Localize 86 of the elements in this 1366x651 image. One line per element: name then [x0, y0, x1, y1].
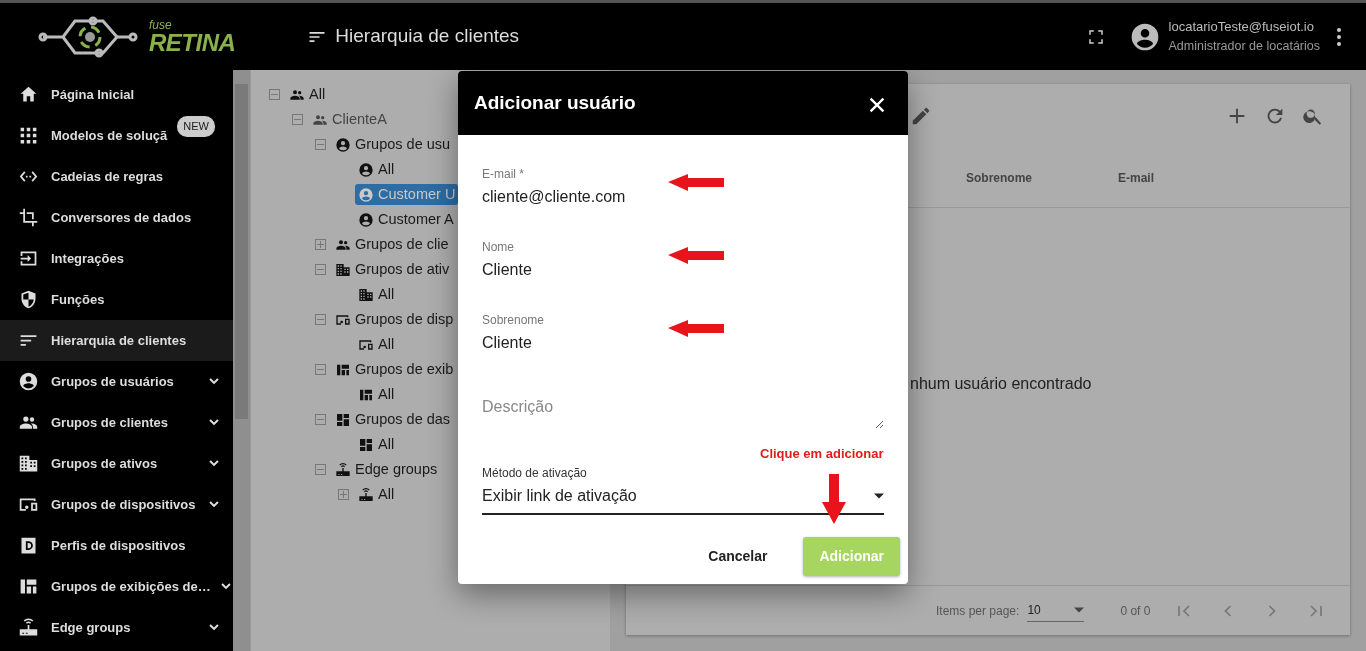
- router-icon: [335, 461, 351, 478]
- grid-icon: [18, 125, 39, 146]
- user-email: locatarioTeste@fuseiot.io: [1168, 18, 1315, 37]
- sidebar-item[interactable]: Integrações: [0, 238, 233, 279]
- sidebar-item[interactable]: Página Inicial: [0, 74, 233, 115]
- collapse-icon[interactable]: [292, 114, 303, 125]
- page-range: 0 of 0: [1120, 602, 1151, 620]
- logo-text: RETINA: [149, 30, 236, 55]
- sidebar-item[interactable]: Funções: [0, 279, 233, 320]
- house-icon: [18, 84, 39, 105]
- arrow-annotation-icon: [822, 474, 846, 524]
- collapse-icon[interactable]: [269, 89, 280, 100]
- tree-node[interactable]: Grupos de clie: [332, 233, 452, 256]
- sidebar-item[interactable]: Grupos de usuários: [0, 361, 233, 402]
- tree-node[interactable]: ClienteA: [309, 108, 390, 131]
- router-icon: [18, 617, 39, 638]
- tree-node[interactable]: All: [355, 483, 398, 506]
- building-icon: [358, 286, 374, 303]
- page-size-select[interactable]: 10: [1027, 599, 1085, 622]
- column-header[interactable]: E-mail: [1118, 168, 1270, 187]
- sidebar-item[interactable]: Perfis de dispositivos: [0, 525, 233, 566]
- collapse-icon[interactable]: [315, 264, 326, 275]
- text-field[interactable]: Cliente: [482, 258, 884, 282]
- field-label: E-mail *: [482, 166, 524, 183]
- field-label: Nome: [482, 239, 514, 256]
- tree-node[interactable]: All: [355, 433, 398, 456]
- dialog-title: Adicionar usuário: [474, 90, 636, 115]
- annotation-text: Clique em adicionar: [760, 445, 884, 463]
- collapse-icon[interactable]: [315, 314, 326, 325]
- text-field[interactable]: Cliente: [482, 331, 884, 355]
- person-icon: [18, 371, 39, 392]
- tree-node[interactable]: Grupos de ativ: [332, 258, 453, 281]
- empty-message: nhum usuário encontrado: [910, 375, 1092, 392]
- fullscreen-icon[interactable]: [1086, 27, 1105, 46]
- logo-small-text: fuse: [149, 18, 173, 31]
- person-icon: [335, 136, 351, 153]
- person-icon: [358, 186, 374, 203]
- page-title: Hierarquia de clientes: [335, 24, 520, 49]
- field-label: Sobrenome: [482, 312, 545, 329]
- person-icon: [358, 161, 374, 178]
- collapse-icon[interactable]: [315, 464, 326, 475]
- page-size-label: Items per page:: [936, 602, 1020, 620]
- tree-node[interactable]: Edge groups: [332, 458, 441, 481]
- building-icon: [335, 261, 351, 278]
- tree-node[interactable]: Grupos de exib: [332, 358, 457, 381]
- caret-down-icon: [1074, 607, 1085, 613]
- sidebar-item[interactable]: Grupos de clientes: [0, 402, 233, 443]
- tree-node[interactable]: All: [355, 333, 398, 356]
- scrollbar[interactable]: [233, 70, 250, 651]
- new-badge: NEW: [177, 116, 215, 137]
- tree-node[interactable]: Grupos de usu: [332, 133, 454, 156]
- more-icon[interactable]: [1336, 26, 1342, 47]
- sidebar-item[interactable]: Grupos de dispositivos: [0, 484, 233, 525]
- tree-node[interactable]: Grupos de das: [332, 408, 454, 431]
- collapse-icon[interactable]: [315, 139, 326, 150]
- sidebar-item[interactable]: Grupos de ativos: [0, 443, 233, 484]
- sidebar-item[interactable]: Modelos de soluçã NEW: [0, 115, 233, 156]
- pencil-icon[interactable]: [910, 105, 932, 127]
- sidebar-item[interactable]: Conversores de dados: [0, 197, 233, 238]
- tree-node[interactable]: All: [286, 83, 329, 106]
- sidebar-item[interactable]: Cadeias de regras: [0, 156, 233, 197]
- tree-node[interactable]: Customer A: [355, 208, 457, 231]
- collapse-icon[interactable]: [315, 414, 326, 425]
- sidebar-item[interactable]: Hierarquia de clientes: [0, 320, 233, 361]
- tree-node[interactable]: All: [355, 383, 398, 406]
- user-role: Administrador de locatários: [1168, 37, 1320, 55]
- collapse-icon[interactable]: [315, 364, 326, 375]
- expand-icon[interactable]: [315, 239, 326, 250]
- crop-icon: [18, 207, 39, 228]
- column-header[interactable]: Sobrenome: [966, 168, 1118, 187]
- cancel-button[interactable]: Cancelar: [696, 538, 780, 575]
- tree-node[interactable]: All: [355, 158, 398, 181]
- dashboard-icon: [358, 436, 374, 453]
- building-icon: [18, 453, 39, 474]
- dashboard-icon: [335, 411, 351, 428]
- expand-icon[interactable]: [338, 489, 349, 500]
- caret-down-icon: [874, 493, 884, 499]
- text-field[interactable]: cliente@cliente.com: [482, 185, 884, 209]
- tree-node[interactable]: All: [355, 283, 398, 306]
- person-icon: [358, 211, 374, 228]
- tree-node[interactable]: Grupos de disp: [332, 308, 457, 331]
- description-field[interactable]: Descrição: [482, 381, 884, 429]
- field-label: Método de ativação: [482, 465, 587, 482]
- sidebar-item[interactable]: Edge groups: [0, 607, 233, 648]
- router-icon: [358, 486, 374, 503]
- sidebar-item[interactable]: Grupos de exibições de…: [0, 566, 233, 607]
